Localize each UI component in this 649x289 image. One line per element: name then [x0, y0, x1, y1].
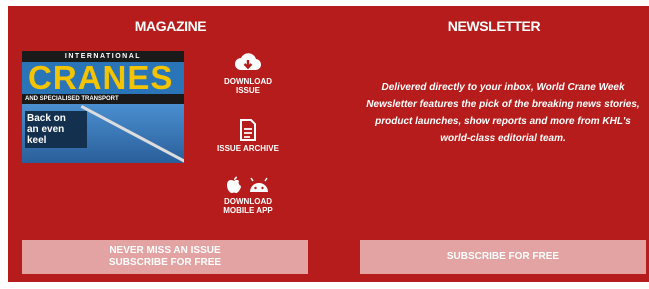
cover-headline: Back on an even keel	[25, 111, 87, 148]
mobile-app-label: MOBILE APP	[223, 206, 273, 215]
issue-archive-link[interactable]: ISSUE ARCHIVE	[213, 119, 283, 153]
cover-headline-line: keel	[27, 135, 47, 146]
mobile-app-link[interactable]: DOWNLOAD MOBILE APP	[213, 176, 283, 215]
magazine-cover[interactable]: INTERNATIONAL CRANES AND SPECIALISED TRA…	[22, 51, 184, 163]
newsletter-subscribe-button[interactable]: SUBSCRIBE FOR FREE	[360, 240, 646, 274]
magazine-subscribe-line: NEVER MISS AN ISSUE	[109, 245, 221, 256]
magazine-subscribe-button[interactable]: NEVER MISS AN ISSUE SUBSCRIBE FOR FREE	[22, 240, 308, 274]
magazine-subscribe-line: SUBSCRIBE FOR FREE	[108, 257, 222, 268]
cover-headline-line: an even	[27, 124, 65, 135]
cover-title: CRANES	[28, 59, 174, 96]
newsletter-subscribe-label: SUBSCRIBE FOR FREE	[446, 251, 560, 262]
newsletter-heading: NEWSLETTER	[447, 18, 541, 34]
download-issue-label: ISSUE	[235, 86, 260, 95]
magazine-heading: MAGAZINE	[134, 18, 207, 34]
download-issue-label: DOWNLOAD	[224, 77, 272, 86]
android-icon	[250, 177, 268, 192]
cover-headline-line: Back on	[27, 113, 66, 124]
download-issue-link[interactable]: DOWNLOAD ISSUE	[213, 52, 283, 95]
cover-subtitle: AND SPECIALISED TRANSPORT	[22, 94, 184, 104]
document-icon	[240, 119, 256, 141]
issue-archive-label: ISSUE ARCHIVE	[217, 144, 279, 153]
mobile-app-label: DOWNLOAD	[224, 197, 272, 206]
newsletter-description: Delivered directly to your inbox, World …	[366, 82, 640, 144]
subscription-panel: MAGAZINE NEWSLETTER INTERNATIONAL CRANES…	[8, 6, 649, 282]
apple-icon	[227, 176, 241, 193]
cloud-download-icon	[235, 53, 262, 71]
